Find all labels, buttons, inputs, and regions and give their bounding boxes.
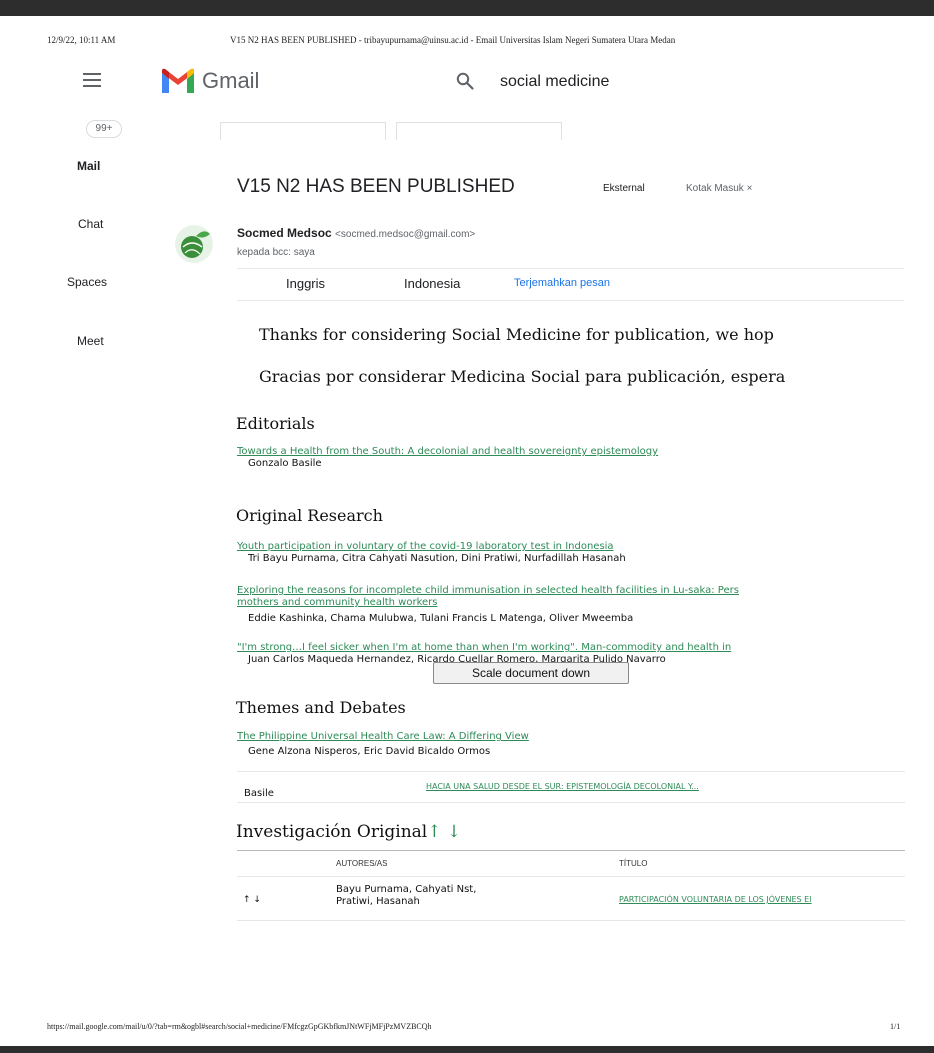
toolbar-tab-1	[220, 122, 386, 140]
nav-item-chat[interactable]: Chat	[78, 217, 103, 231]
article-authors: Tri Bayu Purnama, Citra Cahyati Nasution…	[248, 553, 626, 564]
article-link-continued[interactable]: mothers and community health workers	[237, 597, 437, 608]
article-link[interactable]: Towards a Health from the South: A decol…	[237, 446, 658, 457]
gmail-wordmark: Gmail	[202, 68, 260, 93]
table-divider	[237, 771, 905, 772]
sender-email: <socmed.medsoc@gmail.com>	[335, 229, 476, 240]
print-footer-url: https://mail.google.com/mail/u/0/?tab=rm…	[47, 1022, 432, 1031]
spanish-row-author: Basile	[244, 788, 274, 799]
print-header-datetime: 12/9/22, 10:11 AM	[47, 35, 116, 45]
toolbar-tab-2	[396, 122, 562, 140]
sender-line: Socmed Medsoc <socmed.medsoc@gmail.com>	[237, 226, 475, 240]
email-subject: V15 N2 HAS BEEN PUBLISHED	[237, 176, 515, 197]
external-label: Eksternal	[603, 183, 645, 194]
section-heading-original-research: Original Research	[236, 506, 383, 525]
column-header-title: TÍTULO	[619, 859, 648, 868]
scale-document-tooltip: Scale document down	[433, 662, 629, 684]
investigacion-title: Investigación Original	[236, 822, 428, 842]
gmail-logo[interactable]	[160, 68, 196, 95]
sender-avatar[interactable]	[174, 224, 214, 264]
section-heading-investigacion: Investigación Original↑ ↓	[236, 822, 461, 842]
main-menu-icon[interactable]	[83, 73, 101, 87]
row-title-link[interactable]: PARTICIPACIÓN VOLUNTARIA DE LOS JÓVENES …	[619, 895, 812, 904]
article-link[interactable]: Exploring the reasons for incomplete chi…	[237, 585, 739, 596]
lead-text-es: Gracias por considerar Medicina Social p…	[259, 367, 786, 386]
sort-arrows[interactable]: ↑ ↓	[427, 822, 461, 842]
unread-count-badge: 99+	[86, 120, 122, 138]
inbox-label-chip[interactable]: Kotak Masuk ×	[686, 183, 752, 194]
section-heading-editorials: Editorials	[236, 414, 315, 433]
table-divider	[237, 876, 905, 877]
search-input[interactable]: social medicine	[500, 73, 609, 91]
sender-name: Socmed Medsoc	[237, 226, 332, 240]
nav-item-meet[interactable]: Meet	[77, 334, 104, 348]
article-link[interactable]: Youth participation in voluntary of the …	[237, 541, 614, 552]
print-header-title: V15 N2 HAS BEEN PUBLISHED - tribayupurna…	[230, 35, 676, 45]
recipient-line[interactable]: kepada bcc: saya	[237, 247, 315, 258]
table-divider	[237, 850, 905, 851]
top-edge-bar	[0, 0, 934, 16]
translate-target-language[interactable]: Indonesia	[404, 276, 460, 291]
search-icon[interactable]	[456, 72, 474, 90]
bottom-edge-bar	[0, 1046, 934, 1053]
email-body: Thanks for considering Social Medicine f…	[230, 310, 905, 950]
nav-item-mail[interactable]: Mail	[77, 159, 100, 173]
article-link[interactable]: "I'm strong…I feel sicker when I'm at ho…	[237, 642, 731, 653]
article-authors: Eddie Kashinka, Chama Mulubwa, Tulani Fr…	[248, 613, 634, 624]
row-authors: Bayu Purnama, Cahyati Nst, Pratiwi, Hasa…	[336, 884, 477, 907]
translate-message-link[interactable]: Terjemahkan pesan	[514, 277, 610, 289]
print-footer-page: 1/1	[890, 1022, 901, 1031]
table-divider	[237, 802, 905, 803]
article-authors: Gonzalo Basile	[248, 458, 322, 469]
spanish-row-title-link[interactable]: HACIA UNA SALUD DESDE EL SUR: EPISTEMOLO…	[426, 782, 699, 791]
table-divider	[237, 920, 905, 921]
column-header-authors: AUTORES/AS	[336, 859, 388, 868]
translate-bar-divider-bottom	[237, 300, 904, 301]
section-heading-themes-debates: Themes and Debates	[236, 698, 406, 717]
translate-source-language[interactable]: Inggris	[286, 276, 325, 291]
nav-item-spaces[interactable]: Spaces	[67, 275, 107, 289]
lead-text-en: Thanks for considering Social Medicine f…	[259, 325, 774, 344]
row-sort-arrows[interactable]: ↑ ↓	[243, 895, 261, 905]
article-authors: Gene Alzona Nisperos, Eric David Bicaldo…	[248, 746, 491, 757]
article-link[interactable]: The Philippine Universal Health Care Law…	[237, 731, 529, 742]
translate-bar-divider-top	[237, 268, 904, 269]
